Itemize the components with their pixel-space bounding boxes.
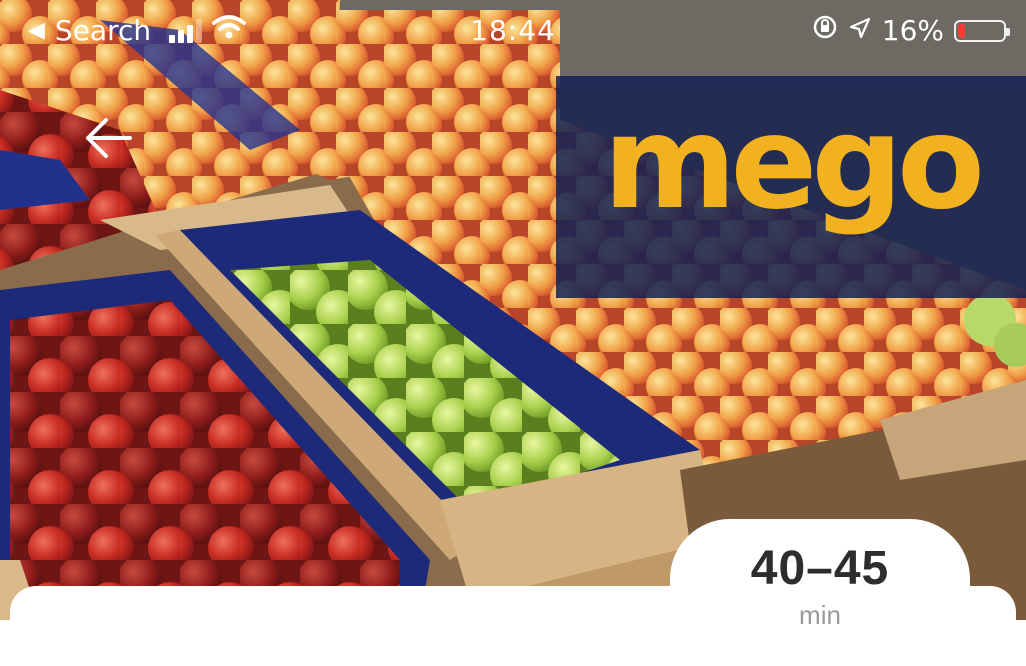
back-arrow-icon[interactable] xyxy=(80,110,136,166)
battery-percent: 16% xyxy=(881,14,944,47)
orientation-lock-icon xyxy=(812,14,838,47)
delivery-time-unit: min xyxy=(799,600,841,630)
delivery-time-range: 40–45 xyxy=(750,542,890,595)
battery-icon xyxy=(954,19,1010,42)
status-bar: ◀ Search 18:44 16% xyxy=(0,0,1026,64)
delivery-time-badge: 40–45 min xyxy=(670,519,970,659)
brand-banner: mego xyxy=(556,76,1026,298)
battery-level xyxy=(958,23,965,38)
brand-logo: mego xyxy=(603,89,985,238)
location-icon xyxy=(848,14,872,47)
